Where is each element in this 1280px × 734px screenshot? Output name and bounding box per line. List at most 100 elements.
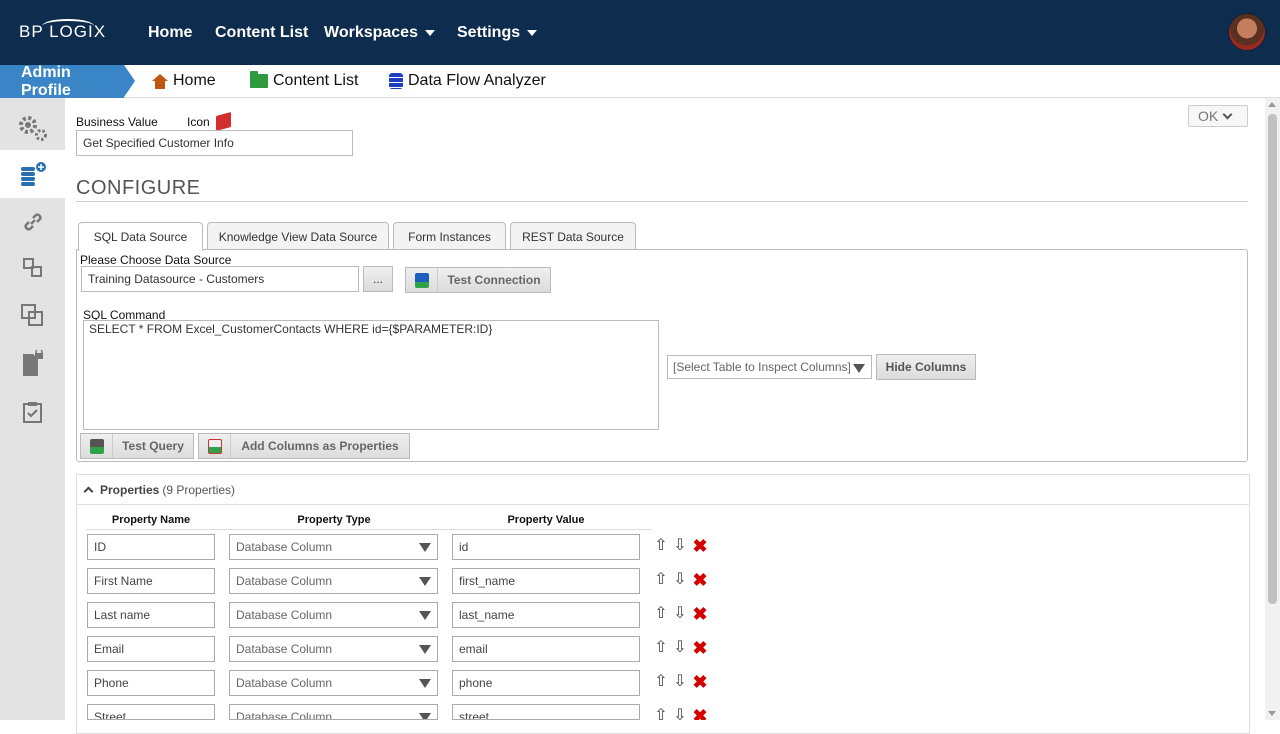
delete-icon[interactable]: ✖ <box>692 707 708 720</box>
scroll-down-icon[interactable] <box>1268 711 1276 716</box>
property-type-select[interactable]: Database Column <box>229 568 438 594</box>
scrollbar-thumb[interactable] <box>1268 114 1277 604</box>
lock-document-icon <box>22 350 43 376</box>
tab-sql-data-source[interactable]: SQL Data Source <box>78 222 203 251</box>
dropdown-arrow-icon <box>419 543 431 552</box>
property-type-select[interactable]: Database Column <box>229 602 438 628</box>
cube-icon[interactable] <box>216 111 231 132</box>
browse-datasource-button[interactable]: ... <box>363 266 393 292</box>
move-down-icon[interactable]: ⇩ <box>672 537 688 555</box>
sql-command-textarea[interactable]: SELECT * FROM Excel_CustomerContacts WHE… <box>83 320 659 430</box>
chevron-down-icon <box>527 30 538 36</box>
delete-icon[interactable]: ✖ <box>692 605 708 623</box>
database-check-icon <box>414 272 429 288</box>
delete-icon[interactable]: ✖ <box>692 673 708 691</box>
datasource-input[interactable] <box>81 266 359 292</box>
nav-content-list[interactable]: Content List <box>215 24 308 42</box>
tab-form-instances[interactable]: Form Instances <box>393 222 506 250</box>
left-sidebar <box>0 98 65 720</box>
property-name-input[interactable]: ID <box>87 534 215 560</box>
property-value-input[interactable]: email <box>452 636 640 662</box>
ok-button[interactable]: OK <box>1188 105 1248 127</box>
move-up-icon[interactable]: ⇧ <box>653 707 669 720</box>
sidebar-item-secure-document[interactable] <box>0 340 65 388</box>
delete-icon[interactable]: ✖ <box>692 537 708 555</box>
property-value-input[interactable]: last_name <box>452 602 640 628</box>
move-down-icon[interactable]: ⇩ <box>672 673 688 691</box>
move-down-icon[interactable]: ⇩ <box>672 707 688 720</box>
property-name-input[interactable]: Phone <box>87 670 215 696</box>
dropdown-arrow-icon <box>419 713 431 719</box>
property-value-input[interactable]: street <box>452 704 640 720</box>
property-type-select[interactable]: Database Column <box>229 670 438 696</box>
nav-workspaces[interactable]: Workspaces <box>324 24 435 42</box>
properties-count: (9 Properties) <box>162 482 236 497</box>
breadcrumb-admin-profile[interactable]: Admin Profile <box>0 64 124 99</box>
add-columns-button[interactable]: Add Columns as Properties <box>198 433 410 459</box>
tab-rest-data-source[interactable]: REST Data Source <box>510 222 636 250</box>
inspect-table-select[interactable]: [Select Table to Inspect Columns] <box>667 355 872 379</box>
dropdown-arrow-icon <box>419 679 431 688</box>
sidebar-item-connector[interactable] <box>0 244 65 292</box>
dropdown-arrow-icon <box>853 364 865 373</box>
chevron-down-icon <box>424 30 435 36</box>
breadcrumb-data-flow-analyzer[interactable]: Data Flow Analyzer <box>389 72 546 90</box>
sidebar-item-data-source[interactable] <box>0 150 65 198</box>
dropdown-arrow-icon <box>419 645 431 654</box>
properties-header[interactable]: Properties (9 Properties) <box>77 475 1249 505</box>
checklist-icon <box>22 402 42 423</box>
properties-title: Properties <box>100 482 160 497</box>
move-up-icon[interactable]: ⇧ <box>653 605 669 623</box>
scroll-up-icon[interactable] <box>1268 102 1276 107</box>
user-avatar[interactable] <box>1228 13 1266 51</box>
database-add-icon <box>20 162 46 186</box>
sidebar-item-checklist[interactable] <box>0 388 65 436</box>
move-down-icon[interactable]: ⇩ <box>672 571 688 589</box>
logo[interactable]: BP LOGIX <box>19 22 106 42</box>
breadcrumb-content-list[interactable]: Content List <box>250 71 358 90</box>
move-up-icon[interactable]: ⇧ <box>653 571 669 589</box>
tab-knowledge-view-data-source[interactable]: Knowledge View Data Source <box>207 222 389 250</box>
property-type-select[interactable]: Database Column <box>229 704 438 720</box>
move-up-icon[interactable]: ⇧ <box>653 639 669 657</box>
property-value-input[interactable]: id <box>452 534 640 560</box>
sidebar-item-copy[interactable] <box>0 292 65 340</box>
breadcrumb-home[interactable]: Home <box>152 72 216 90</box>
breadcrumb-arrow <box>124 65 135 97</box>
property-name-input[interactable]: First Name <box>87 568 215 594</box>
sidebar-item-links[interactable] <box>0 198 65 246</box>
test-connection-button[interactable]: Test Connection <box>405 267 551 293</box>
property-name-input[interactable]: Email <box>87 636 215 662</box>
section-title: CONFIGURE <box>76 177 201 199</box>
move-up-icon[interactable]: ⇧ <box>653 537 669 555</box>
breadcrumb: Admin Profile Home Content List Data Flo… <box>0 64 1280 99</box>
test-query-button[interactable]: Test Query <box>80 433 194 459</box>
property-name-input[interactable]: Street <box>87 704 215 720</box>
connector-icon <box>22 258 42 277</box>
gears-icon <box>18 116 47 141</box>
nav-home[interactable]: Home <box>148 24 192 42</box>
delete-icon[interactable]: ✖ <box>692 639 708 657</box>
nav-settings[interactable]: Settings <box>457 24 538 42</box>
add-columns-icon <box>207 438 222 454</box>
delete-icon[interactable]: ✖ <box>692 571 708 589</box>
property-value-input[interactable]: phone <box>452 670 640 696</box>
move-up-icon[interactable]: ⇧ <box>653 673 669 691</box>
business-value-input[interactable] <box>76 130 353 156</box>
property-type-select[interactable]: Database Column <box>229 636 438 662</box>
dropdown-arrow-icon <box>419 611 431 620</box>
move-down-icon[interactable]: ⇩ <box>672 605 688 623</box>
datasource-label: Please Choose Data Source <box>80 253 232 267</box>
property-name-input[interactable]: Last name <box>87 602 215 628</box>
hide-columns-button[interactable]: Hide Columns <box>876 354 976 380</box>
column-header-name: Property Name <box>111 514 191 526</box>
sidebar-item-settings[interactable] <box>0 104 65 152</box>
property-value-input[interactable]: first_name <box>452 568 640 594</box>
vertical-scrollbar[interactable] <box>1265 98 1280 720</box>
property-type-select[interactable]: Database Column <box>229 534 438 560</box>
business-value-label: Business Value <box>76 115 158 129</box>
sql-test-icon <box>89 438 104 454</box>
icon-label: Icon <box>187 115 210 129</box>
move-down-icon[interactable]: ⇩ <box>672 639 688 657</box>
column-header-type: Property Type <box>297 514 371 526</box>
